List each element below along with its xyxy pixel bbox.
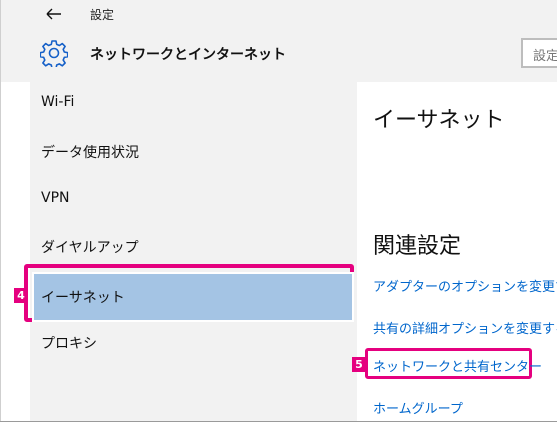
step-badge-4: 4	[14, 288, 28, 303]
related-settings-title: 関連設定	[373, 234, 462, 259]
gear-icon	[40, 40, 68, 67]
link-advanced-sharing-options[interactable]: 共有の詳細オプションを変更する	[373, 318, 557, 337]
link-network-sharing-center[interactable]: ネットワークと共有センター	[373, 356, 542, 375]
sidebar-item-vpn[interactable]: VPN	[41, 190, 70, 206]
search-input[interactable]: 設定	[521, 38, 557, 68]
sidebar-item-wifi[interactable]: Wi-Fi	[41, 94, 74, 110]
link-change-adapter-options[interactable]: アダプターのオプションを変更する	[373, 276, 557, 295]
window-title: 設定	[90, 8, 115, 22]
sidebar: Wi-Fi データ使用状況 VPN ダイヤルアップ プロキシ	[30, 82, 357, 421]
back-arrow-icon[interactable]	[39, 2, 67, 26]
sidebar-item-ethernet-label: イーサネット	[41, 290, 125, 306]
link-homegroup[interactable]: ホームグループ	[373, 398, 463, 417]
sidebar-item-dialup[interactable]: ダイヤルアップ	[41, 237, 139, 257]
title-bar: 設定 ネットワークとインターネット 設定	[1, 0, 557, 82]
step-badge-5: 5	[352, 357, 366, 372]
main-title: イーサネット	[373, 108, 505, 133]
sidebar-item-proxy[interactable]: プロキシ	[41, 333, 97, 353]
page-title: ネットワークとインターネット	[90, 47, 286, 63]
sidebar-item-data-usage[interactable]: データ使用状況	[41, 142, 139, 162]
